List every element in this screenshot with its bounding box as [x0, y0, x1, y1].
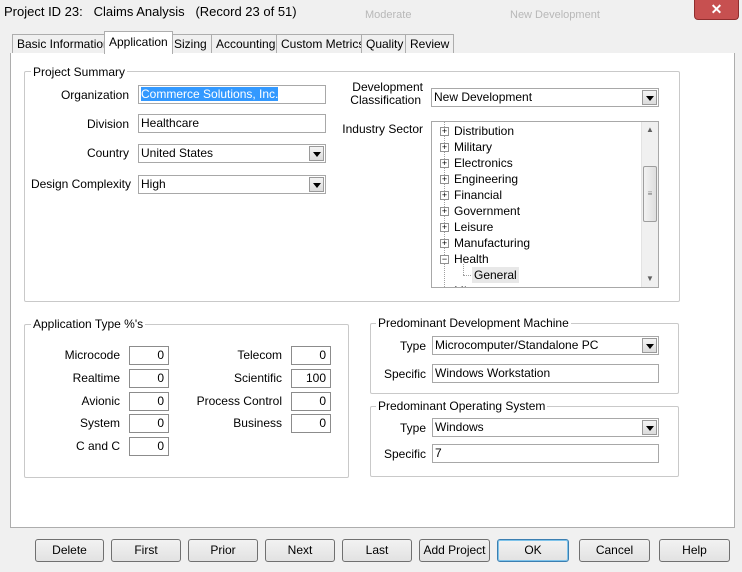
dev-machine-type-value: Microcomputer/Standalone PC [435, 338, 599, 352]
chevron-down-icon[interactable] [642, 338, 657, 353]
scroll-up-icon[interactable]: ▲ [642, 122, 658, 138]
development-classification-label-line1: Development [352, 80, 423, 94]
tab-accounting[interactable]: Accounting [211, 34, 281, 54]
operating-system-group [370, 406, 679, 477]
next-button[interactable]: Next [265, 539, 335, 562]
plus-icon[interactable]: + [440, 239, 449, 248]
add-project-button[interactable]: Add Project [419, 539, 490, 562]
country-label: Country [86, 146, 129, 160]
plus-icon[interactable]: + [440, 223, 449, 232]
tree-item-general[interactable]: General [472, 267, 519, 283]
ok-button[interactable]: OK [497, 539, 569, 562]
telecom-label: Telecom [237, 348, 282, 362]
business-field[interactable]: 0 [291, 414, 331, 433]
realtime-field[interactable]: 0 [129, 369, 169, 388]
tab-sizing[interactable]: Sizing [169, 34, 212, 54]
dev-machine-specific-field[interactable]: Windows Workstation [432, 364, 659, 383]
dev-machine-legend: Predominant Development Machine [376, 316, 571, 330]
avionic-field[interactable]: 0 [129, 392, 169, 411]
country-value: United States [141, 146, 214, 160]
operating-system-legend: Predominant Operating System [376, 399, 548, 413]
tab-basic-information[interactable]: Basic Information [12, 34, 115, 54]
os-specific-field[interactable]: 7 [432, 444, 659, 463]
last-button[interactable]: Last [342, 539, 412, 562]
c-and-c-label: C and C [75, 439, 120, 453]
background-text: New Development [510, 9, 600, 21]
design-complexity-select[interactable]: High [138, 175, 326, 194]
plus-icon[interactable]: + [440, 159, 449, 168]
division-field[interactable]: Healthcare [138, 114, 326, 133]
chevron-down-icon[interactable] [309, 146, 324, 161]
cancel-button[interactable]: Cancel [579, 539, 650, 562]
dev-machine-type-select[interactable]: Microcomputer/Standalone PC [432, 336, 659, 355]
c-and-c-field[interactable]: 0 [129, 437, 169, 456]
application-type-legend: Application Type %'s [31, 317, 146, 331]
chevron-down-icon[interactable] [642, 420, 657, 435]
system-label: System [79, 416, 120, 430]
microcode-field[interactable]: 0 [129, 346, 169, 365]
telecom-field[interactable]: 0 [291, 346, 331, 365]
development-classification-label-line2: Classification [350, 93, 421, 107]
tree-item-partial[interactable]: Mi... [454, 283, 477, 287]
business-label: Business [233, 416, 282, 430]
window-title: Project ID 23: Claims Analysis (Record 2… [4, 4, 297, 19]
plus-icon[interactable]: + [440, 191, 449, 200]
development-classification-select[interactable]: New Development [431, 88, 659, 107]
background-text: Moderate [365, 9, 412, 21]
chevron-down-icon[interactable] [309, 177, 324, 192]
close-button[interactable]: ✕ [694, 0, 739, 20]
country-select[interactable]: United States [138, 144, 326, 163]
tree-scrollbar[interactable]: ▲ ≡ ▼ [641, 122, 658, 287]
tab-review[interactable]: Review [405, 34, 455, 54]
tab-quality[interactable]: Quality [361, 34, 409, 54]
process-control-field[interactable]: 0 [291, 392, 331, 411]
microcode-label: Microcode [64, 348, 120, 362]
development-classification-value: New Development [434, 90, 533, 104]
os-specific-label: Specific [383, 447, 426, 461]
realtime-label: Realtime [72, 371, 120, 385]
tree-line [463, 275, 471, 276]
tab-application[interactable]: Application [104, 31, 173, 54]
scroll-down-icon[interactable]: ▼ [642, 271, 658, 287]
division-label: Division [86, 117, 129, 131]
help-button[interactable]: Help [659, 539, 730, 562]
scientific-field[interactable]: 100 [291, 369, 331, 388]
plus-icon[interactable]: + [440, 127, 449, 136]
os-type-value: Windows [435, 420, 484, 434]
avionic-label: Avionic [81, 394, 120, 408]
tab-custom-metrics[interactable]: Custom Metrics [276, 34, 370, 54]
organization-field[interactable]: Commerce Solutions, Inc. [138, 85, 326, 104]
delete-button[interactable]: Delete [35, 539, 104, 562]
design-complexity-value: High [141, 177, 166, 191]
plus-icon[interactable]: + [440, 175, 449, 184]
design-complexity-label: Design Complexity [30, 177, 131, 191]
close-icon: ✕ [710, 1, 723, 17]
os-type-label: Type [399, 421, 426, 435]
title-bar: Project ID 23: Claims Analysis (Record 2… [0, 0, 742, 26]
system-field[interactable]: 0 [129, 414, 169, 433]
scientific-label: Scientific [233, 371, 282, 385]
plus-icon[interactable]: + [440, 207, 449, 216]
minus-icon[interactable]: − [440, 255, 449, 264]
dev-machine-specific-label: Specific [383, 367, 426, 381]
industry-sector-tree[interactable]: + Distribution + Military + Electronics … [431, 121, 659, 288]
dev-machine-group [370, 323, 679, 394]
plus-icon[interactable]: + [440, 143, 449, 152]
process-control-label: Process Control [196, 394, 282, 408]
project-summary-legend: Project Summary [31, 65, 128, 79]
industry-sector-label: Industry Sector [342, 122, 423, 136]
first-button[interactable]: First [111, 539, 181, 562]
os-type-select[interactable]: Windows [432, 418, 659, 437]
scroll-thumb[interactable]: ≡ [643, 166, 657, 222]
dev-machine-type-label: Type [399, 339, 426, 353]
organization-label: Organization [60, 88, 129, 102]
prior-button[interactable]: Prior [188, 539, 258, 562]
chevron-down-icon[interactable] [642, 90, 657, 105]
